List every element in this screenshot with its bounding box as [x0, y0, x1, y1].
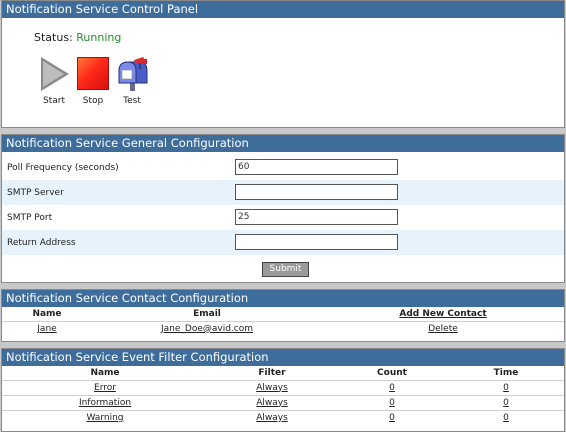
- poll-frequency-label: Poll Frequency (seconds): [7, 163, 119, 173]
- return-address-row: Return Address: [2, 230, 564, 255]
- event-filter-link[interactable]: Always: [256, 383, 288, 393]
- contact-table-header: Name Email Add New Contact: [2, 307, 564, 321]
- control-panel-title: Notification Service Control Panel: [2, 1, 564, 18]
- play-icon[interactable]: [38, 57, 70, 91]
- contact-email-header: Email: [193, 308, 221, 319]
- stop-icon[interactable]: [77, 57, 109, 91]
- test-button[interactable]: Test: [112, 57, 152, 106]
- table-row: Jane Jane_Doe@avid.com Delete: [2, 320, 564, 336]
- stop-label: Stop: [82, 96, 104, 106]
- event-time-link[interactable]: 0: [503, 383, 509, 393]
- contact-name-header: Name: [32, 308, 62, 319]
- event-filter-title: Notification Service Event Filter Config…: [2, 349, 564, 366]
- smtp-server-input[interactable]: [235, 184, 398, 200]
- smtp-port-label: SMTP Port: [7, 213, 53, 223]
- test-label: Test: [123, 96, 141, 106]
- poll-frequency-row: Poll Frequency (seconds): [2, 155, 564, 180]
- event-count-link[interactable]: 0: [389, 398, 395, 408]
- event-filter-link[interactable]: Always: [256, 398, 288, 408]
- general-config-title: Notification Service General Configurati…: [2, 135, 564, 152]
- table-row: Error Always 0 0: [2, 379, 564, 395]
- event-name-link[interactable]: Error: [94, 383, 116, 393]
- event-time-header: Time: [493, 367, 519, 378]
- table-row: Warning Always 0 0: [2, 409, 564, 425]
- event-time-link[interactable]: 0: [503, 398, 509, 408]
- event-filter-panel: Notification Service Event Filter Config…: [1, 348, 565, 432]
- start-label: Start: [43, 96, 65, 106]
- contact-config-title: Notification Service Contact Configurati…: [2, 290, 564, 307]
- event-filter-link[interactable]: Always: [256, 413, 288, 423]
- status-line: Status: Running: [34, 31, 121, 44]
- event-name-link[interactable]: Information: [79, 398, 131, 408]
- event-name-header: Name: [90, 367, 120, 378]
- contact-email-link[interactable]: Jane_Doe@avid.com: [161, 324, 253, 334]
- delete-contact-link[interactable]: Delete: [428, 324, 458, 334]
- poll-frequency-input[interactable]: [235, 159, 398, 175]
- event-filter-header: Name Filter Count Time: [2, 366, 564, 380]
- event-count-header: Count: [377, 367, 407, 378]
- status-label: Status:: [34, 31, 73, 44]
- add-new-contact-link[interactable]: Add New Contact: [399, 309, 486, 319]
- table-row: Information Always 0 0: [2, 394, 564, 410]
- contact-name-link[interactable]: Jane: [37, 324, 56, 334]
- event-name-link[interactable]: Warning: [86, 413, 123, 423]
- status-value: Running: [76, 31, 122, 44]
- event-filter-table: Name Filter Count Time Error Always 0 0 …: [2, 366, 564, 425]
- smtp-server-label: SMTP Server: [7, 188, 64, 198]
- control-panel: Notification Service Control Panel Statu…: [1, 0, 565, 128]
- contact-table: Name Email Add New Contact Jane Jane_Doe…: [2, 307, 564, 336]
- smtp-port-row: SMTP Port: [2, 205, 564, 230]
- contact-config-panel: Notification Service Contact Configurati…: [1, 289, 565, 342]
- return-address-label: Return Address: [7, 238, 76, 248]
- start-button[interactable]: Start: [34, 57, 74, 106]
- smtp-port-input[interactable]: [235, 209, 398, 225]
- general-config-panel: Notification Service General Configurati…: [1, 134, 565, 283]
- event-filter-header-cell: Filter: [258, 367, 286, 378]
- return-address-input[interactable]: [235, 234, 398, 250]
- event-time-link[interactable]: 0: [503, 413, 509, 423]
- event-count-link[interactable]: 0: [389, 383, 395, 393]
- smtp-server-row: SMTP Server: [2, 180, 564, 205]
- mailbox-icon[interactable]: [116, 57, 148, 91]
- stop-button[interactable]: Stop: [73, 57, 113, 106]
- event-count-link[interactable]: 0: [389, 413, 395, 423]
- submit-button[interactable]: Submit: [262, 262, 309, 277]
